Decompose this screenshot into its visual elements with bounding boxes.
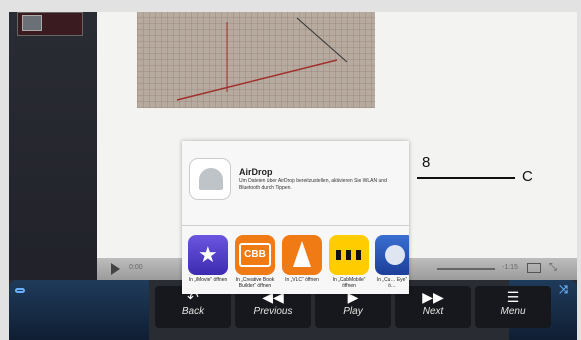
graph-sketch xyxy=(176,17,348,101)
equation-right: C xyxy=(522,168,533,185)
airplay-icon[interactable] xyxy=(527,263,541,273)
collapse-icon[interactable] xyxy=(15,288,25,293)
app-icon xyxy=(375,235,409,275)
fraction-line xyxy=(417,177,515,179)
menu-button[interactable]: ☰ Menu xyxy=(475,286,551,328)
share-app-partial[interactable]: In „Cu… Eye“ ö… xyxy=(375,235,409,289)
app-label: In „CabMobile“ öffnen xyxy=(332,277,366,289)
play-label: Play xyxy=(343,306,363,317)
page-thumbnail[interactable] xyxy=(17,12,83,36)
imovie-icon: ★ xyxy=(188,235,228,275)
back-label: Back xyxy=(181,306,205,317)
time-elapsed: 0:00 xyxy=(129,264,143,271)
app-label: In „Creative Book Builder“ öffnen xyxy=(235,277,275,289)
next-label: Next xyxy=(422,306,444,317)
share-app-vlc[interactable]: In „VLC“ öffnen xyxy=(281,235,323,283)
share-app-cbb[interactable]: CBB In „Creative Book Builder“ öffnen xyxy=(234,235,276,289)
app-label: In „Cu… Eye“ ö… xyxy=(376,277,408,289)
airdrop-section[interactable]: AirDrop Um Dateien über AirDrop bereitzu… xyxy=(182,141,409,226)
share-sheet: AirDrop Um Dateien über AirDrop bereitzu… xyxy=(182,141,409,294)
airdrop-title: AirDrop xyxy=(239,167,273,177)
airdrop-description: Um Dateien über AirDrop bereitzustellen,… xyxy=(239,178,387,191)
play-small-icon[interactable] xyxy=(111,263,120,275)
menu-icon: ☰ xyxy=(506,289,520,305)
thumbnail-image xyxy=(22,15,42,31)
time-remaining: -1:15 xyxy=(502,264,518,271)
share-app-imovie[interactable]: ★ In „iMovie“ öffnen xyxy=(187,235,229,283)
shuffle-icon[interactable]: ⤨ xyxy=(559,284,568,297)
toolbar-left-panel xyxy=(9,280,149,340)
graph-photo xyxy=(137,12,375,108)
cabmobile-icon xyxy=(329,235,369,275)
app-label: In „iMovie“ öffnen xyxy=(188,277,228,283)
equation-numerator: 8 xyxy=(422,154,431,171)
progress-track[interactable] xyxy=(437,268,495,270)
share-app-cabmobile[interactable]: In „CabMobile“ öffnen xyxy=(328,235,370,289)
airdrop-icon xyxy=(189,158,231,200)
menu-label: Menu xyxy=(500,306,526,317)
app-label: In „VLC“ öffnen xyxy=(285,277,319,283)
cbb-icon: CBB xyxy=(235,235,275,275)
previous-label: Previous xyxy=(253,306,293,317)
app-frame: 8 C 0:00 -1:15 ⤡ ⤨ ↶ Back ◀◀ Previous ▶ … xyxy=(0,0,581,340)
fullscreen-icon[interactable]: ⤡ xyxy=(549,262,557,273)
share-apps-row: ★ In „iMovie“ öffnen CBB In „Creative Bo… xyxy=(182,227,409,294)
vlc-icon xyxy=(282,235,322,275)
